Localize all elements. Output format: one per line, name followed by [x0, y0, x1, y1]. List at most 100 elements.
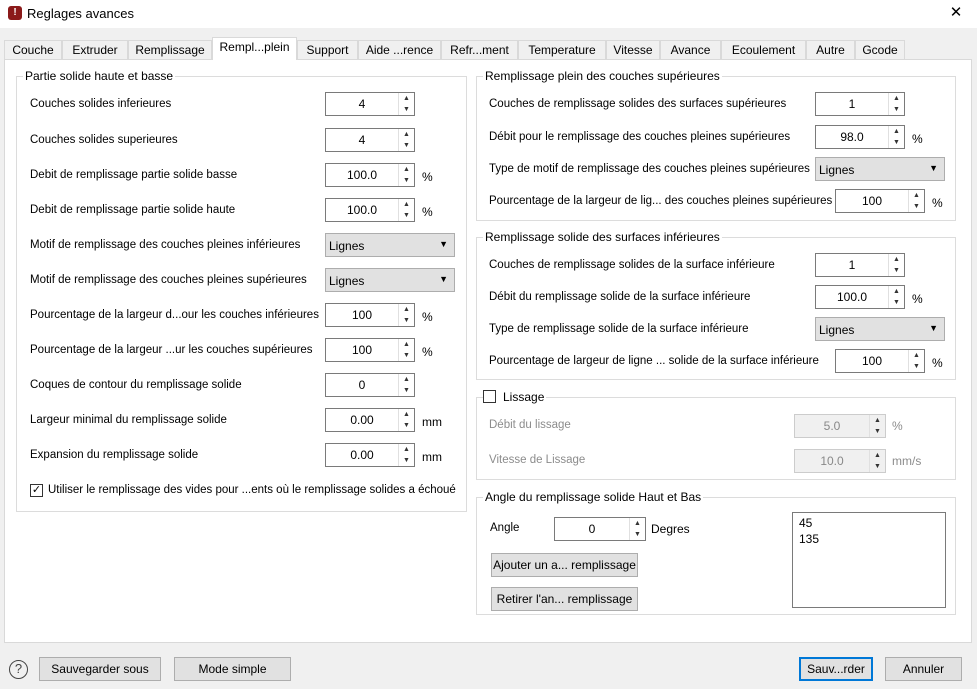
- value-spinbox[interactable]: 0.00 ▲ ▼: [325, 408, 415, 432]
- tab-3[interactable]: Rempl...plein: [212, 37, 297, 60]
- pattern-dropdown[interactable]: Lignes ▼: [815, 317, 945, 341]
- app-icon: !: [8, 6, 22, 20]
- angle-label: Angle: [490, 522, 520, 534]
- value-spinbox[interactable]: 100 ▲ ▼: [325, 303, 415, 327]
- value-spinbox[interactable]: 100 ▲ ▼: [835, 189, 925, 213]
- value-spinbox[interactable]: 98.0 ▲ ▼: [815, 125, 905, 149]
- unit: %: [912, 292, 923, 306]
- smoothing-speed-spinbox[interactable]: 10.0 ▲ ▼: [794, 449, 886, 473]
- list-item[interactable]: 45: [799, 515, 939, 531]
- spin-up-icon[interactable]: ▲: [909, 350, 924, 361]
- value-spinbox[interactable]: 100 ▲ ▼: [835, 349, 925, 373]
- spin-up-icon[interactable]: ▲: [399, 129, 414, 140]
- spin-down-icon[interactable]: ▼: [630, 529, 645, 540]
- tab-4[interactable]: Support: [297, 40, 358, 60]
- spin-up-icon[interactable]: ▲: [399, 164, 414, 175]
- value-spinbox[interactable]: 1 ▲ ▼: [815, 253, 905, 277]
- save-as-button[interactable]: Sauvegarder sous: [39, 657, 161, 681]
- tab-1[interactable]: Extruder: [62, 40, 128, 60]
- spin-down-icon[interactable]: ▼: [889, 297, 904, 308]
- unit: %: [422, 345, 433, 359]
- spin-down-icon[interactable]: ▼: [399, 385, 414, 396]
- spin-up-icon[interactable]: ▲: [399, 93, 414, 104]
- simple-mode-button[interactable]: Mode simple: [174, 657, 291, 681]
- spin-down-icon[interactable]: ▼: [399, 210, 414, 221]
- value-spinbox[interactable]: 1 ▲ ▼: [815, 92, 905, 116]
- spin-up-icon[interactable]: ▲: [399, 304, 414, 315]
- spin-up-icon[interactable]: ▲: [630, 518, 645, 529]
- dropdown-value: Lignes: [819, 163, 855, 177]
- spin-up-icon[interactable]: ▲: [870, 415, 885, 426]
- tab-8[interactable]: Vitesse: [606, 40, 660, 60]
- spin-up-icon[interactable]: ▲: [889, 254, 904, 265]
- field-label: Couches solides inferieures: [30, 98, 172, 110]
- smoothing-speed-label: Vitesse de Lissage: [489, 454, 586, 466]
- value-spinbox[interactable]: 100.0 ▲ ▼: [815, 285, 905, 309]
- spin-down-icon[interactable]: ▼: [399, 140, 414, 151]
- spin-down-icon[interactable]: ▼: [909, 201, 924, 212]
- spin-up-icon[interactable]: ▲: [889, 93, 904, 104]
- smoothing-flow-spinbox[interactable]: 5.0 ▲ ▼: [794, 414, 886, 438]
- tab-7[interactable]: Temperature: [518, 40, 606, 60]
- value-spinbox[interactable]: 0 ▲ ▼: [325, 373, 415, 397]
- field-label: Type de remplissage solide de la surface…: [489, 323, 749, 335]
- spin-up-icon[interactable]: ▲: [399, 444, 414, 455]
- angle-spinbox[interactable]: 0 ▲ ▼: [554, 517, 646, 541]
- tab-12[interactable]: Gcode: [855, 40, 905, 60]
- close-button[interactable]: ✕: [944, 3, 968, 23]
- spin-down-icon[interactable]: ▼: [399, 420, 414, 431]
- spin-value: 100: [861, 354, 883, 368]
- spin-value: 100.0: [836, 290, 868, 304]
- list-item[interactable]: 135: [799, 531, 939, 547]
- spin-down-icon[interactable]: ▼: [399, 104, 414, 115]
- spin-down-icon[interactable]: ▼: [889, 104, 904, 115]
- smoothing-checkbox[interactable]: [483, 390, 496, 403]
- spin-up-icon[interactable]: ▲: [399, 339, 414, 350]
- spin-up-icon[interactable]: ▲: [870, 450, 885, 461]
- spin-value: 0.00: [350, 413, 374, 427]
- fill-gaps-checkbox[interactable]: ✓: [30, 484, 43, 497]
- tab-2[interactable]: Remplissage: [128, 40, 212, 60]
- spin-up-icon[interactable]: ▲: [399, 409, 414, 420]
- pattern-dropdown[interactable]: Lignes ▼: [325, 233, 455, 257]
- spin-down-icon[interactable]: ▼: [399, 315, 414, 326]
- tab-6[interactable]: Refr...ment: [441, 40, 518, 60]
- spin-up-icon[interactable]: ▲: [909, 190, 924, 201]
- save-button[interactable]: Sauv...rder: [799, 657, 873, 681]
- fill-gaps-label: Utiliser le remplissage des vides pour .…: [48, 484, 456, 496]
- tab-0[interactable]: Couche: [4, 40, 62, 60]
- help-icon[interactable]: ?: [9, 660, 28, 679]
- value-spinbox[interactable]: 4 ▲ ▼: [325, 92, 415, 116]
- spin-down-icon[interactable]: ▼: [399, 350, 414, 361]
- spin-down-icon[interactable]: ▼: [889, 265, 904, 276]
- remove-angle-button[interactable]: Retirer l'an... remplissage: [491, 587, 638, 611]
- angle-list[interactable]: 45 135: [792, 512, 946, 608]
- value-spinbox[interactable]: 100.0 ▲ ▼: [325, 198, 415, 222]
- tab-10[interactable]: Ecoulement: [721, 40, 806, 60]
- spin-value: 98.0: [840, 130, 864, 144]
- tab-9[interactable]: Avance: [660, 40, 721, 60]
- spin-up-icon[interactable]: ▲: [889, 286, 904, 297]
- title-bar: ! Reglages avances ✕: [0, 0, 977, 28]
- value-spinbox[interactable]: 0.00 ▲ ▼: [325, 443, 415, 467]
- tab-5[interactable]: Aide ...rence: [358, 40, 441, 60]
- spin-down-icon[interactable]: ▼: [399, 175, 414, 186]
- spin-up-icon[interactable]: ▲: [889, 126, 904, 137]
- field-label: Debit de remplissage partie solide haute: [30, 204, 236, 216]
- cancel-button[interactable]: Annuler: [885, 657, 962, 681]
- spin-down-icon[interactable]: ▼: [889, 137, 904, 148]
- add-angle-button[interactable]: Ajouter un a... remplissage: [491, 553, 638, 577]
- spin-down-icon[interactable]: ▼: [399, 455, 414, 466]
- spin-down-icon[interactable]: ▼: [870, 426, 885, 437]
- value-spinbox[interactable]: 4 ▲ ▼: [325, 128, 415, 152]
- unit: mm: [422, 415, 442, 429]
- pattern-dropdown[interactable]: Lignes ▼: [325, 268, 455, 292]
- spin-up-icon[interactable]: ▲: [399, 374, 414, 385]
- tab-11[interactable]: Autre: [806, 40, 855, 60]
- spin-down-icon[interactable]: ▼: [909, 361, 924, 372]
- spin-up-icon[interactable]: ▲: [399, 199, 414, 210]
- value-spinbox[interactable]: 100.0 ▲ ▼: [325, 163, 415, 187]
- pattern-dropdown[interactable]: Lignes ▼: [815, 157, 945, 181]
- spin-down-icon[interactable]: ▼: [870, 461, 885, 472]
- value-spinbox[interactable]: 100 ▲ ▼: [325, 338, 415, 362]
